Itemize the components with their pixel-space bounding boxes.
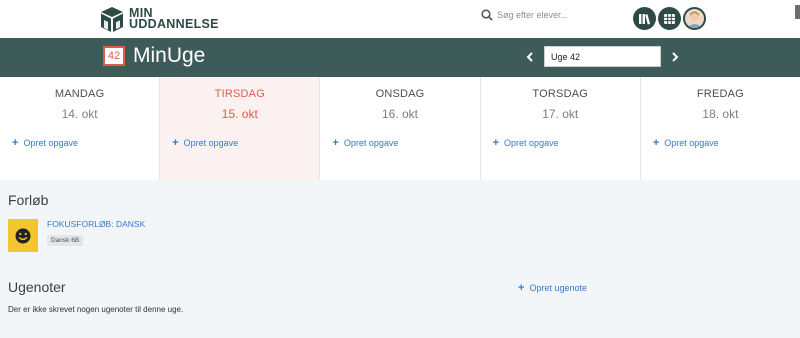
day-column-wednesday: ONSDAG 16. okt + Opret opgave (320, 77, 481, 180)
day-column-monday: MANDAG 14. okt + Opret opgave (0, 77, 161, 180)
brand-cube-icon (101, 6, 123, 32)
create-task-button[interactable]: + Opret opgave (493, 137, 559, 149)
create-task-button[interactable]: + Opret opgave (653, 137, 719, 149)
top-bar: MIN UDDANNELSE Søg efter elever... (0, 0, 800, 38)
day-name: FREDAG (696, 88, 744, 100)
plus-icon: + (492, 137, 500, 149)
page-header: 42 MinUge Uge 42 (0, 38, 800, 77)
brand-line-2: UDDANNELSE (129, 17, 219, 31)
day-date: 16. okt (381, 107, 419, 121)
day-column-friday: FREDAG 18. okt + Opret opgave (641, 77, 800, 180)
notes-heading: Ugenoter (8, 279, 66, 295)
week-navigator: Uge 42 (520, 46, 685, 67)
create-task-label: Opret opgave (343, 138, 399, 148)
plus-icon: + (332, 137, 339, 149)
day-name: TORSDAG (532, 88, 589, 100)
day-date: 17. okt (542, 107, 579, 121)
create-weeknote-label: Opret ugenote (529, 283, 587, 293)
search-input[interactable]: Søg efter elever... (497, 10, 568, 20)
brand-logo[interactable]: MIN UDDANNELSE (100, 3, 219, 35)
search-icon (481, 9, 493, 21)
header-icon-group (633, 7, 706, 30)
course-item[interactable]: FOKUSFORLØB: DANSK Dansk 6B (8, 219, 145, 252)
scrollbar-stub (795, 5, 800, 19)
courses-heading: Forløb (8, 192, 49, 208)
day-column-thursday: TORSDAG 17. okt + Opret opgave (481, 77, 641, 180)
user-avatar[interactable] (683, 7, 706, 30)
day-column-tuesday: TIRSDAG 15. okt + Opret opgave (160, 77, 321, 180)
course-class-tag: Dansk 6B (47, 235, 84, 246)
create-task-label: Opret opgave (664, 138, 719, 148)
day-date: 15. okt (221, 107, 258, 121)
create-task-button[interactable]: + Opret opgave (332, 137, 398, 149)
chevron-right-icon[interactable] (665, 47, 685, 67)
day-name: ONSDAG (375, 88, 425, 100)
plus-icon: + (12, 137, 19, 149)
plus-icon: + (172, 137, 179, 149)
create-task-button[interactable]: + Opret opgave (12, 137, 78, 149)
day-date: 14. okt (61, 107, 98, 121)
chevron-left-icon[interactable] (520, 47, 540, 67)
day-name: MANDAG (54, 88, 105, 100)
create-task-label: Opret opgave (23, 138, 78, 148)
schedule-icon[interactable] (658, 7, 681, 30)
books-icon[interactable] (633, 7, 656, 30)
create-weeknote-button[interactable]: + Opret ugenote (518, 282, 587, 294)
plus-icon: + (518, 282, 525, 294)
search-box[interactable]: Søg efter elever... (481, 9, 568, 21)
day-date: 18. okt (702, 107, 739, 121)
week-number-badge: 42 (103, 46, 125, 66)
create-task-label: Opret opgave (183, 138, 239, 148)
day-name: TIRSDAG (214, 88, 265, 100)
plus-icon: + (652, 137, 660, 149)
smiley-icon (8, 219, 38, 252)
brand-wordmark: MIN UDDANNELSE (129, 7, 219, 31)
page-title: MinUge (133, 44, 206, 67)
create-task-button[interactable]: + Opret opgave (172, 137, 238, 149)
create-task-label: Opret opgave (504, 138, 559, 148)
course-info: FOKUSFORLØB: DANSK Dansk 6B (47, 219, 145, 252)
week-select[interactable]: Uge 42 (544, 46, 661, 67)
course-name-link[interactable]: FOKUSFORLØB: DANSK (47, 219, 145, 229)
week-days: MANDAG 14. okt + Opret opgave TIRSDAG 15.… (0, 77, 800, 180)
notes-empty-message: Der er ikke skrevet nogen ugenoter til d… (8, 305, 184, 314)
